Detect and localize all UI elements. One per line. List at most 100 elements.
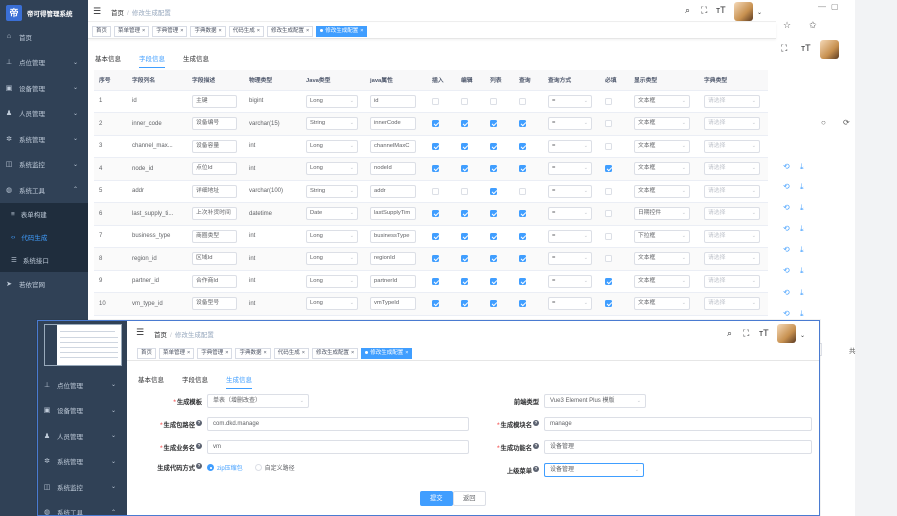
java-attr-input[interactable]: partnerId [370, 274, 416, 288]
column-desc-input[interactable]: 主键 [192, 94, 237, 108]
edit-checkbox[interactable] [461, 210, 468, 218]
tag-home[interactable]: 首页 [137, 348, 157, 359]
edit-checkbox[interactable] [461, 165, 468, 173]
tag-dict-data[interactable]: 字典数据 × [190, 26, 226, 37]
insert-checkbox[interactable] [432, 120, 439, 128]
tag-home[interactable]: 首页 [92, 26, 112, 37]
list-checkbox[interactable] [490, 165, 497, 173]
download-icon[interactable]: ⤓ [800, 162, 804, 172]
radio-zip[interactable]: zip压缩包 [207, 463, 243, 472]
font-size-icon[interactable]: ᴛT [716, 5, 726, 15]
query-checkbox[interactable] [519, 277, 526, 285]
dict-type-select[interactable]: 请选择 ⌄ [704, 117, 760, 131]
query-checkbox[interactable] [519, 97, 526, 105]
query-mode-select[interactable]: = ⌄ [548, 162, 592, 176]
close-icon[interactable]: × [257, 28, 260, 34]
app-logo[interactable]: 帝 帝可得管理系统 [0, 0, 88, 26]
edit-icon[interactable]: ⟲ [783, 162, 790, 171]
edit-checkbox[interactable] [461, 255, 468, 263]
java-attr-input[interactable]: regionId [370, 252, 416, 266]
hamburger-icon[interactable]: ☰ [93, 6, 101, 17]
download-icon[interactable]: ⤓ [800, 288, 804, 298]
tag-edit-gen-active[interactable]: 修改生成配置 × [361, 348, 413, 359]
edit-icon[interactable]: ⟲ [783, 182, 790, 191]
maximize-icon[interactable]: ▢ [831, 2, 839, 11]
insert-checkbox[interactable] [432, 97, 439, 105]
sidebar-item-home[interactable]: ⌂ 首页 [0, 24, 88, 50]
avatar[interactable] [820, 40, 839, 59]
template-select[interactable]: 单表（增删改查） ⌄ [207, 394, 309, 408]
dict-type-select[interactable]: 请选择 ⌄ [704, 229, 760, 243]
business-input[interactable]: vm [207, 440, 469, 454]
query-mode-select[interactable]: = ⌄ [548, 297, 592, 311]
edit-icon[interactable]: ⟲ [783, 245, 790, 254]
query-checkbox[interactable] [519, 232, 526, 240]
tag-code-gen[interactable]: 代码生成 × [228, 26, 264, 37]
required-checkbox[interactable] [605, 97, 612, 105]
tag-edit-gen-active[interactable]: 修改生成配置 × [316, 26, 368, 37]
column-desc-input[interactable]: 点位Id [192, 162, 237, 176]
dict-type-select[interactable]: 请选择 ⌄ [704, 139, 760, 153]
tab-field-info[interactable]: 字段信息 [139, 53, 165, 68]
question-icon[interactable]: ? [196, 463, 202, 469]
dict-type-select[interactable]: 请选择 ⌄ [704, 274, 760, 288]
java-type-select[interactable]: String ⌄ [306, 117, 358, 131]
download-icon[interactable]: ⤓ [800, 266, 804, 276]
minimize-icon[interactable]: — [818, 2, 826, 11]
search-icon[interactable]: ○ [821, 118, 826, 127]
column-desc-input[interactable]: 设备型号 [192, 297, 237, 311]
sidebar-item-system[interactable]: ✲ 系统管理 ⌄ [0, 126, 88, 152]
tag-code-gen[interactable]: 代码生成 × [273, 348, 309, 359]
list-checkbox[interactable] [490, 187, 497, 195]
tag-menu[interactable]: 菜单管理 × [114, 26, 150, 37]
breadcrumb-home[interactable]: 首页 [111, 10, 124, 17]
display-type-select[interactable]: 日期控件 ⌄ [634, 207, 690, 221]
dict-type-select[interactable]: 请选择 ⌄ [704, 207, 760, 221]
java-type-select[interactable]: Long ⌄ [306, 94, 358, 108]
frontend-select[interactable]: Vue3 Element Plus 模版 ⌄ [544, 394, 646, 408]
module-input[interactable]: manage [544, 417, 812, 431]
insert-checkbox[interactable] [432, 142, 439, 150]
tab-gen-info[interactable]: 生成信息 [183, 53, 209, 68]
java-attr-input[interactable]: addr [370, 184, 416, 198]
required-checkbox[interactable] [605, 255, 612, 263]
chevron-down-icon[interactable]: ⌄ [800, 332, 805, 339]
question-icon[interactable]: ? [533, 442, 539, 449]
question-icon[interactable]: ? [196, 419, 202, 426]
java-type-select[interactable]: Long ⌄ [306, 229, 358, 243]
display-type-select[interactable]: 文本框 ⌄ [634, 274, 690, 288]
question-icon[interactable]: ? [533, 465, 539, 472]
dict-type-select[interactable]: 请选择 ⌄ [704, 297, 760, 311]
close-icon[interactable]: × [187, 350, 190, 356]
java-type-select[interactable]: Long ⌄ [306, 162, 358, 176]
question-icon[interactable]: ? [196, 442, 202, 449]
tag-edit-gen[interactable]: 修改生成配置 × [266, 26, 314, 37]
sidebar-item-staff[interactable]: ♟ 人员管理 ⌄ [38, 423, 126, 449]
query-checkbox[interactable] [519, 187, 526, 195]
query-mode-select[interactable]: = ⌄ [548, 229, 592, 243]
sidebar-subitem-form-build[interactable]: ≡ 表单构建 [0, 202, 88, 226]
edit-checkbox[interactable] [461, 300, 468, 308]
list-checkbox[interactable] [490, 277, 497, 285]
chevron-down-icon[interactable]: ⌄ [757, 9, 762, 16]
required-checkbox[interactable] [605, 187, 612, 195]
sidebar-item-website[interactable]: ➤ 若依官网 [0, 272, 88, 298]
close-icon[interactable]: × [302, 350, 305, 356]
column-desc-input[interactable]: 合作商Id [192, 274, 237, 288]
java-attr-input[interactable]: vmTypeId [370, 297, 416, 311]
display-type-select[interactable]: 文本框 ⌄ [634, 184, 690, 198]
star-icon[interactable]: ☆ [783, 20, 791, 31]
question-icon[interactable]: ? [533, 419, 539, 426]
download-icon[interactable]: ⤓ [800, 245, 804, 255]
edit-icon[interactable]: ⟲ [783, 309, 790, 318]
download-icon[interactable]: ⤓ [800, 182, 804, 192]
java-type-select[interactable]: Long ⌄ [306, 274, 358, 288]
favorites-icon[interactable]: ✩ [809, 20, 817, 31]
column-desc-input[interactable]: 设备编号 [192, 117, 237, 131]
insert-checkbox[interactable] [432, 187, 439, 195]
edit-checkbox[interactable] [461, 187, 468, 195]
required-checkbox[interactable] [605, 165, 612, 173]
edit-checkbox[interactable] [461, 232, 468, 240]
required-checkbox[interactable] [605, 277, 612, 285]
avatar[interactable] [777, 324, 796, 343]
